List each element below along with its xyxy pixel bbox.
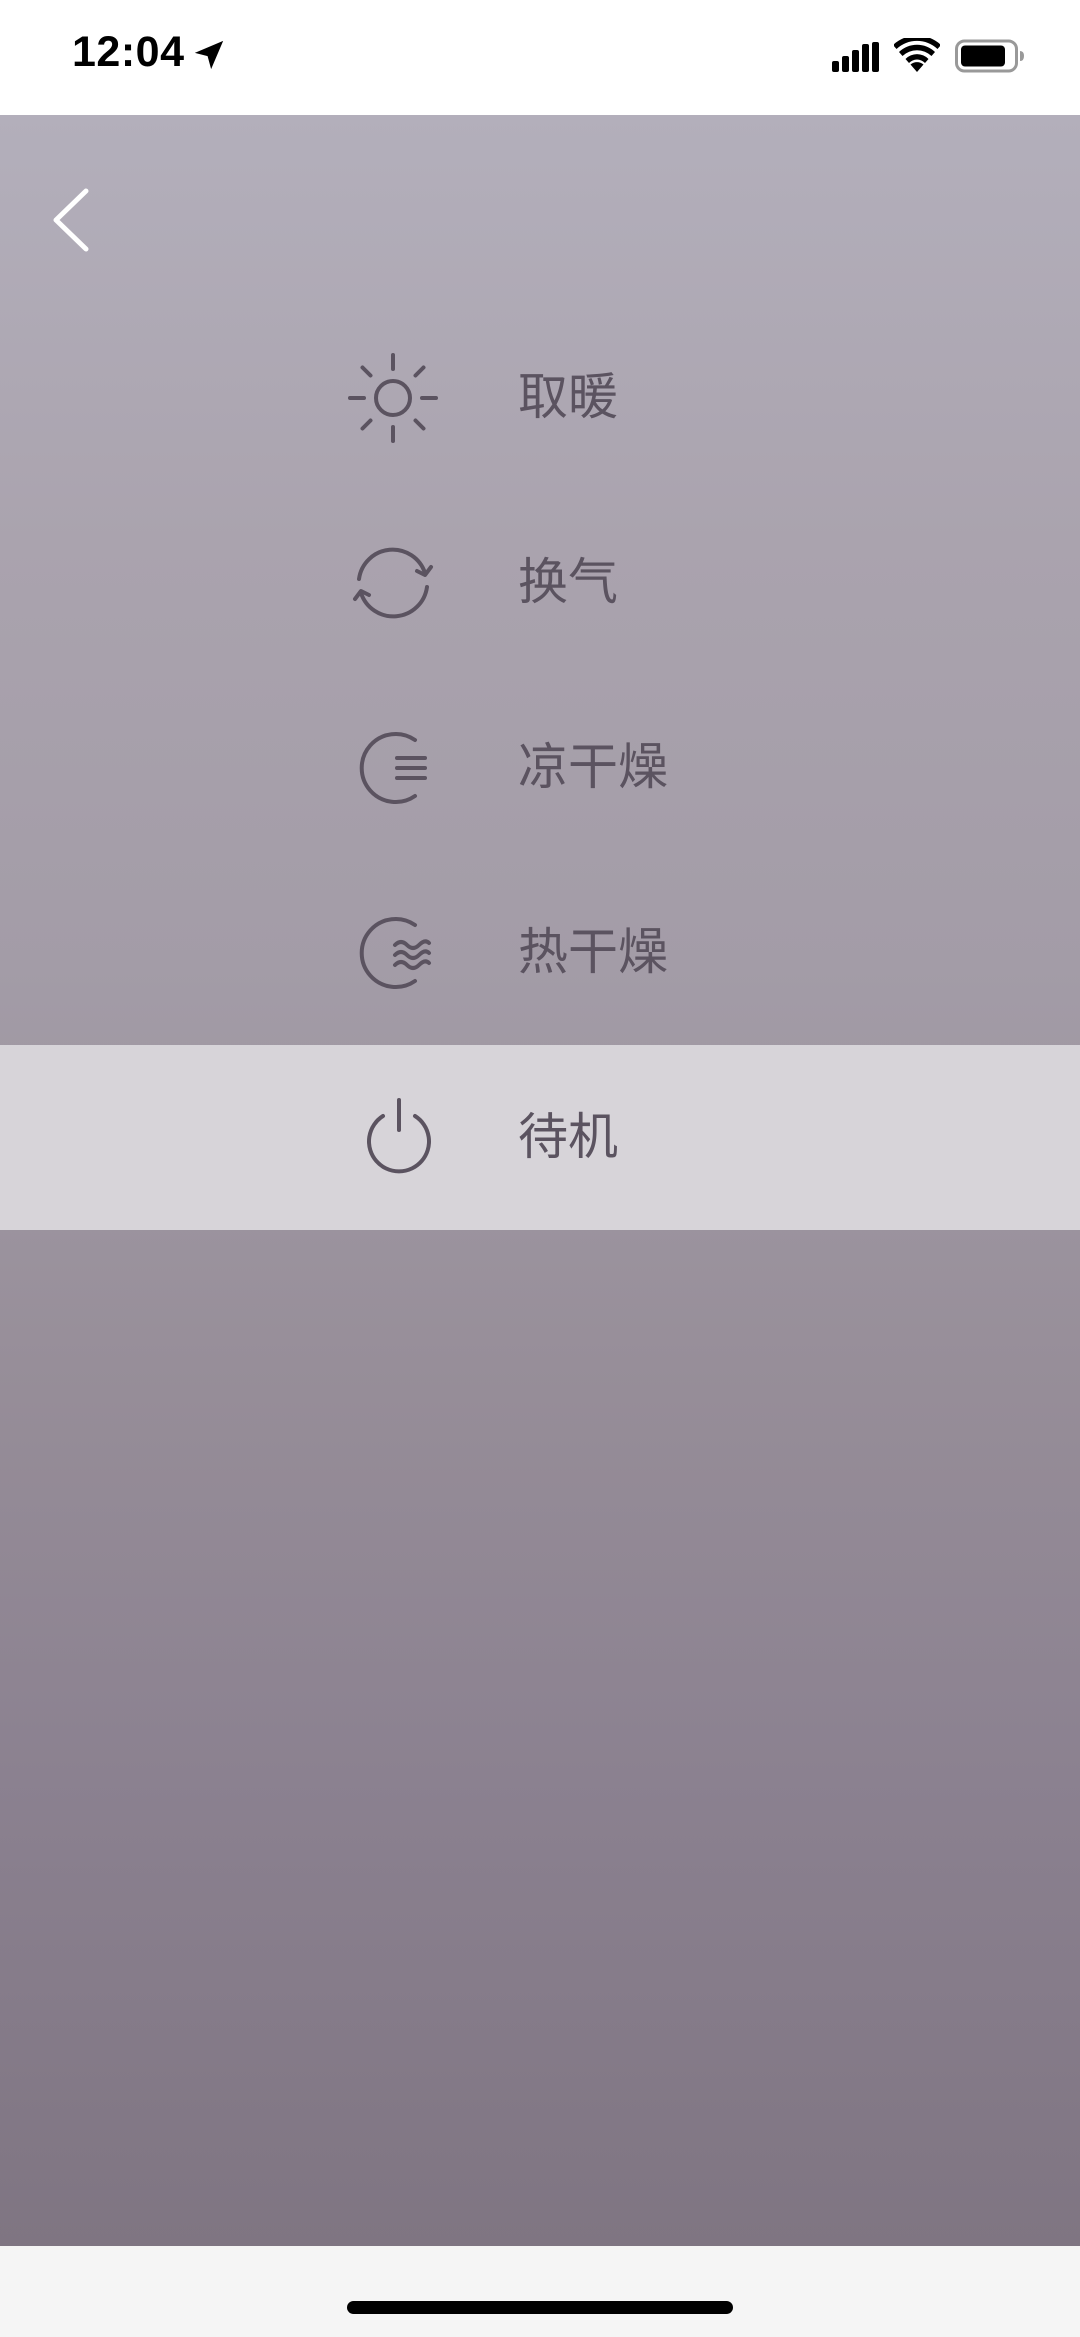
- mode-item-cool-dry[interactable]: 凉干燥: [0, 675, 1080, 860]
- hot-dry-icon: [359, 917, 431, 989]
- mode-list: 取暖 换气 凉干燥 热干燥 待机: [0, 305, 1080, 1230]
- cool-dry-icon: [359, 732, 427, 804]
- mode-item-heating[interactable]: 取暖: [0, 305, 1080, 490]
- home-indicator[interactable]: [347, 2301, 733, 2314]
- refresh-cycle-icon: [353, 547, 433, 619]
- chevron-left-icon[interactable]: [42, 175, 102, 265]
- mode-label: 换气: [518, 553, 618, 611]
- mode-item-ventilation[interactable]: 换气: [0, 490, 1080, 675]
- screen: 12:04 取暖 换气 凉干燥 热干燥 待机: [0, 0, 1080, 2337]
- mode-label: 待机: [518, 1108, 618, 1166]
- power-icon: [367, 1098, 431, 1174]
- status-time: 12:04: [72, 28, 185, 76]
- battery-icon: [955, 39, 1024, 73]
- wifi-icon: [894, 38, 940, 72]
- location-arrow-icon: [194, 40, 224, 70]
- mode-item-standby[interactable]: 待机: [0, 1045, 1080, 1230]
- mode-label: 热干燥: [518, 923, 668, 981]
- mode-panel: 取暖 换气 凉干燥 热干燥 待机: [0, 115, 1080, 2246]
- mode-item-hot-dry[interactable]: 热干燥: [0, 860, 1080, 1045]
- mode-label: 凉干燥: [518, 738, 668, 796]
- status-bar: 12:04: [0, 0, 1080, 115]
- sun-icon: [348, 353, 438, 443]
- mode-label: 取暖: [518, 368, 618, 426]
- cellular-signal-icon: [832, 42, 879, 72]
- home-indicator-area: [0, 2246, 1080, 2337]
